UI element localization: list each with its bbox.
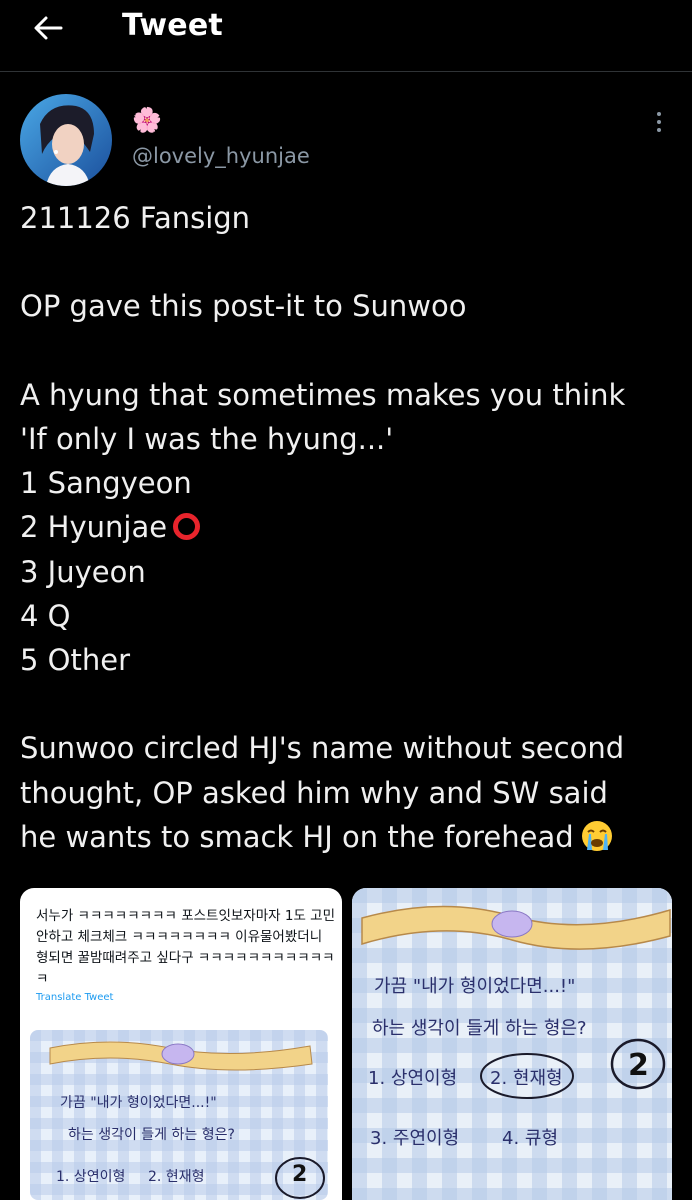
tweet-line: 'If only I was the hyung...': [20, 421, 394, 456]
page-title: Tweet: [122, 8, 223, 43]
circled-number: 2: [628, 1048, 649, 1083]
tweet-body: 211126 Fansign OP gave this post-it to S…: [20, 196, 680, 865]
tweet-line: OP gave this post-it to Sunwoo: [20, 289, 467, 324]
tweet-line: 5 Other: [20, 643, 131, 677]
crying-face-icon: [580, 819, 614, 865]
circled-number: 2: [292, 1162, 308, 1187]
note-line: 가끔 "내가 형이었다면...!": [60, 1095, 217, 1111]
more-options-button[interactable]: [644, 104, 674, 140]
tweet-image-1[interactable]: 서누가 ㅋㅋㅋㅋㅋㅋㅋㅋ 포스트잇보자마자 1도 고민안하고 체크체크 ㅋㅋㅋㅋ…: [20, 888, 342, 1200]
more-dot-icon: [657, 120, 661, 124]
note-option-circled: 2. 현재형: [148, 1169, 205, 1185]
note-line: 하는 생각이 들게 하는 형은?: [68, 1127, 235, 1143]
tweet-line-with-emoji: he wants to smack HJ on the forehead: [20, 815, 680, 865]
tweet-image-2[interactable]: 가끔 "내가 형이었다면...!" 하는 생각이 들게 하는 형은? 1. 상연…: [352, 888, 672, 1200]
top-bar: Tweet: [0, 0, 692, 72]
note-option: 4. 큐형: [502, 1128, 559, 1149]
more-dot-icon: [657, 112, 661, 116]
note-option-circled: 2. 현재형: [490, 1068, 563, 1089]
tweet-line-with-emoji: 2 Hyunjae: [20, 505, 680, 549]
option-text: 2 Hyunjae: [20, 510, 168, 545]
post-it-photo: 가끔 "내가 형이었다면...!" 하는 생각이 들게 하는 형은? 1. 상연…: [30, 1030, 328, 1200]
back-button[interactable]: [28, 10, 68, 46]
tweet-line: thought, OP asked him why and SW said: [20, 775, 608, 810]
author-handle[interactable]: @lovely_hyunjae: [132, 144, 310, 168]
note-option: 1. 상연이형: [368, 1068, 458, 1089]
tweet-line: Sunwoo circled HJ's name without second: [20, 731, 625, 766]
tweet-line: 211126 Fansign: [20, 201, 251, 235]
note-option: 3. 주연이형: [370, 1128, 460, 1149]
tweet-line: 1 Sangyeon: [20, 466, 192, 501]
more-dot-icon: [657, 128, 661, 132]
post-it-background: [352, 888, 672, 1200]
note-option: 1. 상연이형: [56, 1169, 126, 1185]
note-line: 가끔 "내가 형이었다면...!": [374, 976, 576, 997]
closing-text: he wants to smack HJ on the forehead: [20, 819, 574, 854]
embedded-tweet-text: 서누가 ㅋㅋㅋㅋㅋㅋㅋㅋ 포스트잇보자마자 1도 고민안하고 체크체크 ㅋㅋㅋㅋ…: [36, 908, 335, 987]
translate-tweet-link: Translate Tweet: [36, 992, 114, 1003]
note-line: 하는 생각이 들게 하는 형은?: [372, 1018, 587, 1039]
tweet-line: 3 Juyeon: [20, 554, 146, 589]
hollow-red-circle-icon: [173, 513, 201, 541]
back-arrow-icon: [34, 16, 63, 40]
avatar[interactable]: [20, 94, 112, 186]
tweet-line: 4 Q: [20, 598, 71, 633]
avatar-image: [20, 94, 112, 186]
tweet-line: A hyung that sometimes makes you think: [20, 377, 626, 412]
display-name[interactable]: 🌸: [132, 106, 162, 134]
